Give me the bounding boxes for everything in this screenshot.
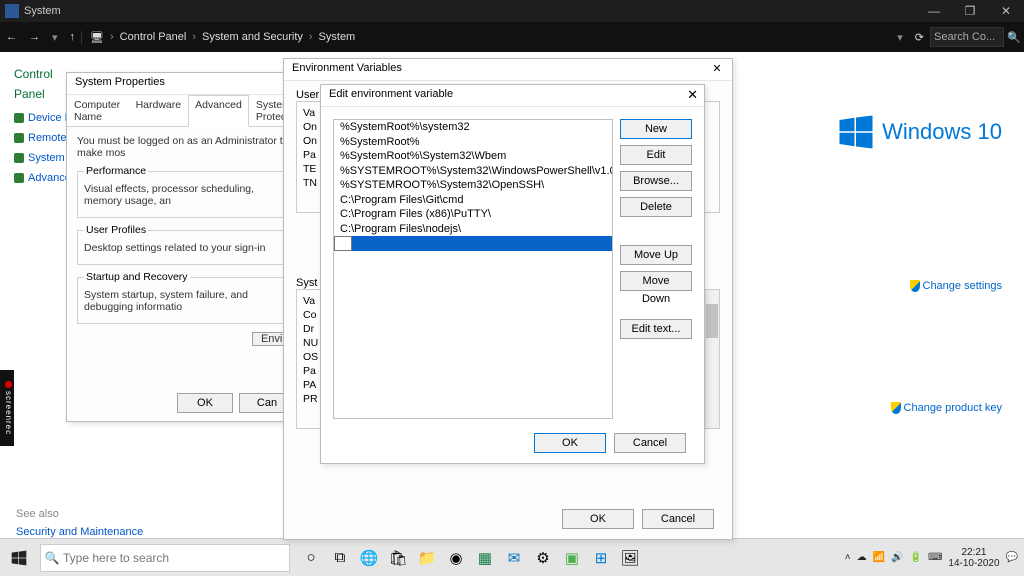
screenrec-badge: screenrec [0, 370, 14, 446]
taskbar-app-settings[interactable]: ⚙ [530, 545, 556, 571]
security-maintenance-link[interactable]: Security and Maintenance [16, 526, 143, 538]
taskbar-app-edge[interactable]: 🌐 [356, 545, 382, 571]
sysprops-tabs: Computer Name Hardware Advanced System P… [67, 95, 305, 127]
refresh-button[interactable]: ⟳ [909, 31, 930, 44]
close-button[interactable]: ✕ [988, 4, 1024, 18]
tray-overflow-button[interactable]: ˄ [845, 552, 851, 563]
change-product-key-link[interactable]: Change product key [782, 402, 1002, 414]
close-button[interactable]: ✕ [687, 87, 698, 103]
taskbar-app-camtasia[interactable]: ▣ [559, 545, 585, 571]
list-item[interactable]: C:\Program Files\nodejs\ [334, 222, 612, 237]
tab-computer-name[interactable]: Computer Name [67, 95, 129, 126]
maximize-button[interactable]: ❐ [952, 4, 988, 18]
system-properties-dialog: System Properties Computer Name Hardware… [66, 72, 306, 422]
tab-advanced[interactable]: Advanced [188, 95, 249, 127]
edit-text-button[interactable]: Edit text... [620, 319, 692, 339]
taskbar-app-chrome[interactable]: ◉ [443, 545, 469, 571]
browse-button[interactable]: Browse... [620, 171, 692, 191]
profiles-description: Desktop settings related to your sign-in [84, 242, 288, 254]
list-item[interactable]: C:\Program Files\Git\cmd [334, 193, 612, 208]
edit-environment-variable-dialog: Edit environment variable ✕ %SystemRoot%… [320, 84, 705, 464]
taskbar-app-store[interactable]: 🛍 [385, 545, 411, 571]
taskbar: 🔍 Type here to search ○ ⧉ 🌐 🛍 📁 ◉ ▦ ✉ ⚙ … [0, 538, 1024, 576]
close-button[interactable]: ✕ [708, 62, 726, 75]
tray-network-icon[interactable]: 📶 [873, 552, 885, 563]
dialog-title: Edit environment variable ✕ [321, 85, 704, 107]
taskbar-app-outlook[interactable]: ✉ [501, 545, 527, 571]
task-view-button[interactable]: ⧉ [327, 545, 353, 571]
taskbar-app-vscode[interactable]: ⊞ [588, 545, 614, 571]
admin-note: You must be logged on as an Administrato… [77, 135, 295, 159]
crumb-system-security[interactable]: System and Security [196, 31, 309, 43]
change-settings-link[interactable]: Change settings [782, 280, 1002, 292]
ok-button[interactable]: OK [177, 393, 233, 413]
ok-button[interactable]: OK [562, 509, 634, 529]
tray-language-icon[interactable]: ⌨ [928, 552, 942, 563]
window-title: System [24, 5, 61, 17]
nav-forward-button[interactable]: → [23, 31, 46, 43]
inline-edit-cell[interactable] [334, 236, 352, 251]
taskbar-search-input[interactable]: 🔍 Type here to search [40, 544, 290, 572]
delete-button[interactable]: Delete [620, 197, 692, 217]
right-panel: Windows 10 Change settings Change produc… [782, 122, 1002, 414]
move-up-button[interactable]: Move Up [620, 245, 692, 265]
path-entries-list[interactable]: %SystemRoot%\system32 %SystemRoot% %Syst… [333, 119, 613, 419]
list-item[interactable]: C:\Program Files (x86)\PuTTY\ [334, 207, 612, 222]
action-center-button[interactable]: 💬 [1006, 552, 1018, 563]
list-item[interactable]: %SYSTEMROOT%\System32\OpenSSH\ [334, 178, 612, 193]
start-button[interactable] [0, 539, 38, 577]
windows-logo-icon [838, 114, 874, 150]
scrollbar[interactable] [705, 290, 719, 428]
minimize-button[interactable]: — [916, 4, 952, 18]
tab-hardware[interactable]: Hardware [129, 95, 189, 126]
windows-logo-brand: Windows 10 [782, 114, 1002, 150]
startup-description: System startup, system failure, and debu… [84, 289, 288, 313]
tray-onedrive-icon[interactable]: ☁ [857, 552, 867, 563]
edit-button[interactable]: Edit [620, 145, 692, 165]
move-down-button[interactable]: Move Down [620, 271, 692, 291]
windows-start-icon [11, 550, 27, 566]
cancel-button[interactable]: Cancel [614, 433, 686, 453]
shield-icon [891, 402, 901, 414]
ok-button[interactable]: OK [534, 433, 606, 453]
search-icon: 🔍 [41, 551, 63, 565]
perf-description: Visual effects, processor scheduling, me… [84, 183, 288, 207]
crumb-system[interactable]: System [313, 31, 362, 43]
shield-icon [910, 280, 920, 292]
list-item[interactable]: %SystemRoot%\System32\Wbem [334, 149, 612, 164]
new-button[interactable]: New [620, 119, 692, 139]
cancel-button[interactable]: Cancel [642, 509, 714, 529]
list-item[interactable]: %SYSTEMROOT%\System32\WindowsPowerShell\… [334, 164, 612, 179]
nav-back-button[interactable]: ← [0, 31, 23, 43]
window-titlebar: System — ❐ ✕ [0, 0, 1024, 22]
app-icon [5, 4, 19, 18]
tray-battery-icon[interactable]: 🔋 [910, 552, 922, 563]
new-entry-input-row[interactable] [334, 236, 612, 251]
taskbar-app-excel[interactable]: ▦ [472, 545, 498, 571]
taskbar-app-generic[interactable]: 🖼 [617, 545, 643, 571]
tray-clock[interactable]: 22:21 14-10-2020 [948, 547, 999, 569]
tray-volume-icon[interactable]: 🔊 [891, 552, 903, 563]
see-also-label: See also [16, 508, 59, 520]
dialog-title: System Properties [67, 73, 305, 95]
taskbar-app-explorer[interactable]: 📁 [414, 545, 440, 571]
search-input[interactable]: Search Co... [930, 27, 1004, 47]
crumb-control-panel[interactable]: Control Panel [114, 31, 193, 43]
system-tray: ˄ ☁ 📶 🔊 🔋 ⌨ 22:21 14-10-2020 💬 [845, 547, 1024, 569]
explorer-navbar: ← → ▾ ↑ 🖥 › Control Panel › System and S… [0, 22, 1024, 52]
cortana-button[interactable]: ○ [298, 545, 324, 571]
nav-up-button[interactable]: ↑ [64, 31, 82, 43]
dialog-title: Environment Variables ✕ [284, 59, 732, 81]
list-item[interactable]: %SystemRoot%\system32 [334, 120, 612, 135]
list-item[interactable]: %SystemRoot% [334, 135, 612, 150]
